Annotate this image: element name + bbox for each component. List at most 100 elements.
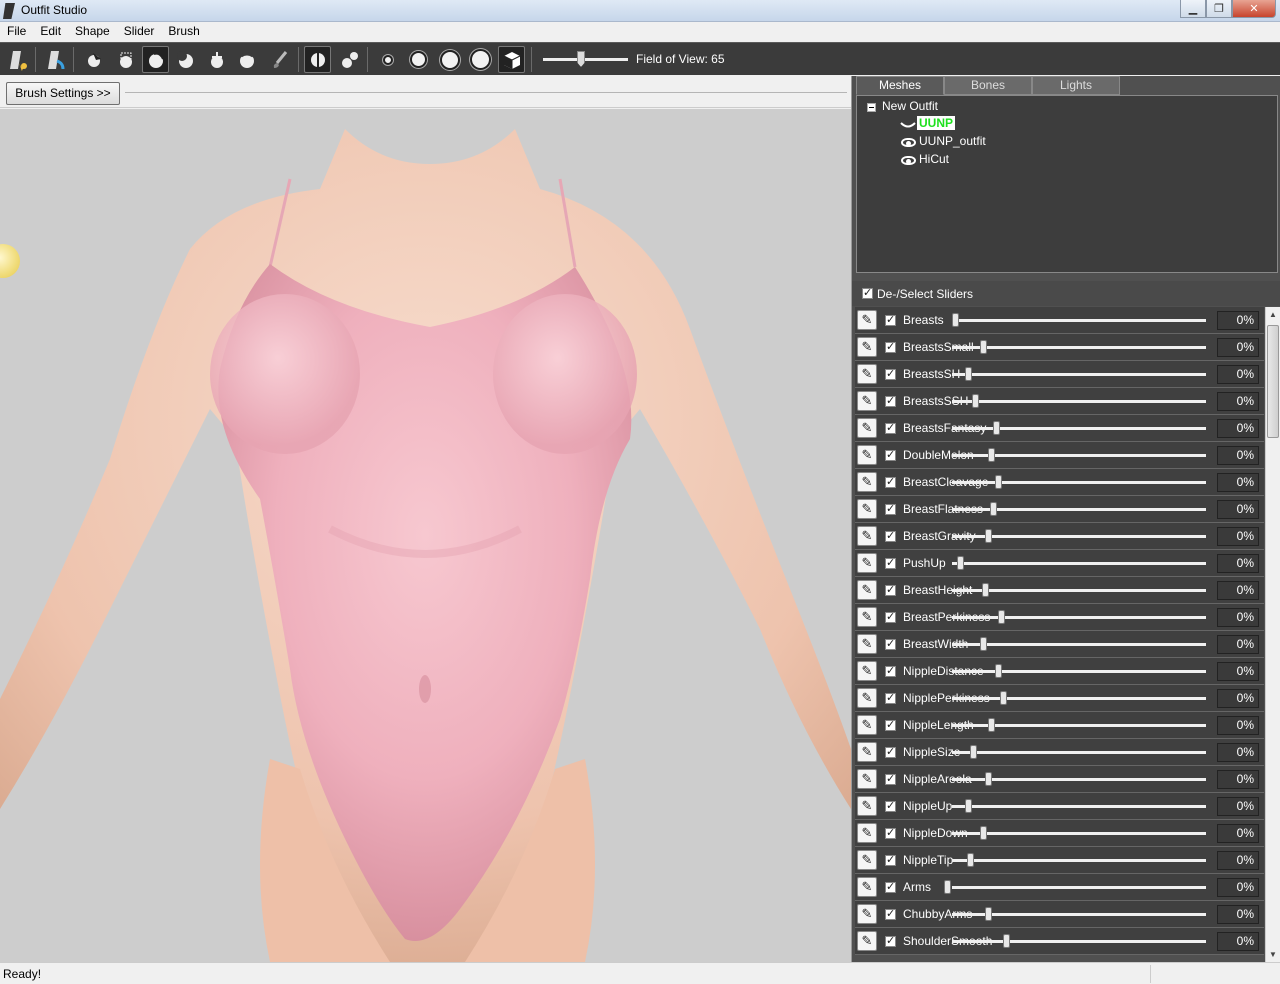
slider-thumb[interactable] [980, 340, 987, 354]
view-shaded-button[interactable] [467, 46, 494, 73]
slider-thumb[interactable] [985, 529, 992, 543]
slider-scrollbar[interactable]: ▲ ▼ [1265, 307, 1280, 962]
slider-track[interactable] [952, 616, 1206, 619]
slider-thumb[interactable] [965, 799, 972, 813]
menu-slider[interactable]: Slider [117, 22, 162, 42]
eye-icon[interactable] [901, 138, 916, 147]
slider-thumb[interactable] [1003, 934, 1010, 948]
slider-track[interactable] [952, 400, 1206, 403]
slider-checkbox[interactable] [885, 340, 896, 353]
slider-checkbox[interactable] [885, 475, 896, 488]
brush-settings-button[interactable]: Brush Settings >> [6, 82, 120, 105]
edit-slider-pencil-icon[interactable]: ✎ [857, 715, 877, 735]
slider-thumb[interactable] [967, 853, 974, 867]
edit-slider-pencil-icon[interactable]: ✎ [857, 634, 877, 654]
slider-checkbox[interactable] [885, 853, 896, 866]
edit-slider-pencil-icon[interactable]: ✎ [857, 931, 877, 951]
smooth-brush-button[interactable] [233, 46, 260, 73]
slider-checkbox[interactable] [885, 664, 896, 677]
edit-slider-pencil-icon[interactable]: ✎ [857, 310, 877, 330]
slider-thumb[interactable] [970, 745, 977, 759]
slider-checkbox[interactable] [885, 691, 896, 704]
slider-value-field[interactable]: 0% [1217, 878, 1259, 897]
slider-checkbox[interactable] [885, 583, 896, 596]
slider-track[interactable] [952, 670, 1206, 673]
slider-track[interactable] [952, 589, 1206, 592]
slider-checkbox[interactable] [885, 637, 896, 650]
edit-slider-pencil-icon[interactable]: ✎ [857, 661, 877, 681]
edit-slider-pencil-icon[interactable]: ✎ [857, 445, 877, 465]
edit-slider-pencil-icon[interactable]: ✎ [857, 499, 877, 519]
slider-value-field[interactable]: 0% [1217, 392, 1259, 411]
3d-viewport[interactable] [0, 109, 851, 962]
slider-thumb[interactable] [1000, 691, 1007, 705]
slider-value-field[interactable]: 0% [1217, 365, 1259, 384]
edit-slider-pencil-icon[interactable]: ✎ [857, 553, 877, 573]
eye-icon[interactable] [901, 156, 916, 165]
slider-track[interactable] [952, 427, 1206, 430]
slider-value-field[interactable]: 0% [1217, 689, 1259, 708]
slider-track[interactable] [952, 832, 1206, 835]
slider-checkbox[interactable] [885, 934, 896, 947]
menu-edit[interactable]: Edit [33, 22, 68, 42]
close-button[interactable]: ✕ [1232, 0, 1276, 18]
edit-slider-pencil-icon[interactable]: ✎ [857, 607, 877, 627]
slider-checkbox[interactable] [885, 529, 896, 542]
slider-value-field[interactable]: 0% [1217, 338, 1259, 357]
slider-value-field[interactable]: 0% [1217, 824, 1259, 843]
tree-item-uunp-outfit[interactable]: UUNP_outfit [919, 134, 986, 148]
maximize-button[interactable]: ❐ [1206, 0, 1232, 18]
slider-checkbox[interactable] [885, 826, 896, 839]
slider-value-field[interactable]: 0% [1217, 770, 1259, 789]
slider-track[interactable] [952, 346, 1206, 349]
slider-value-field[interactable]: 0% [1217, 608, 1259, 627]
slider-value-field[interactable]: 0% [1217, 716, 1259, 735]
slider-checkbox[interactable] [885, 610, 896, 623]
edit-slider-pencil-icon[interactable]: ✎ [857, 904, 877, 924]
slider-thumb[interactable] [985, 907, 992, 921]
fov-slider-thumb[interactable] [577, 51, 585, 67]
slider-thumb[interactable] [995, 664, 1002, 678]
scroll-up-icon[interactable]: ▲ [1266, 307, 1280, 322]
slider-checkbox[interactable] [885, 421, 896, 434]
new-project-button[interactable] [4, 46, 31, 73]
edit-slider-pencil-icon[interactable]: ✎ [857, 526, 877, 546]
edit-slider-pencil-icon[interactable]: ✎ [857, 823, 877, 843]
slider-thumb[interactable] [957, 556, 964, 570]
slider-thumb[interactable] [985, 772, 992, 786]
slider-value-field[interactable]: 0% [1217, 743, 1259, 762]
slider-value-field[interactable]: 0% [1217, 527, 1259, 546]
slider-value-field[interactable]: 0% [1217, 797, 1259, 816]
mesh-hidden-icon[interactable] [900, 120, 916, 130]
edit-slider-pencil-icon[interactable]: ✎ [857, 391, 877, 411]
slider-thumb[interactable] [993, 421, 1000, 435]
slider-checkbox[interactable] [885, 772, 896, 785]
menu-brush[interactable]: Brush [161, 22, 206, 42]
tree-root[interactable]: New Outfit [882, 99, 938, 113]
scroll-down-icon[interactable]: ▼ [1266, 947, 1280, 962]
slider-track[interactable] [952, 859, 1206, 862]
scrollbar-thumb[interactable] [1267, 325, 1279, 438]
edit-slider-pencil-icon[interactable]: ✎ [857, 769, 877, 789]
select-all-sliders-checkbox[interactable] [862, 286, 873, 299]
deflate-brush-button[interactable] [172, 46, 199, 73]
slider-checkbox[interactable] [885, 907, 896, 920]
slider-checkbox[interactable] [885, 556, 896, 569]
slider-thumb[interactable] [980, 637, 987, 651]
slider-value-field[interactable]: 0% [1217, 554, 1259, 573]
slider-thumb[interactable] [998, 610, 1005, 624]
slider-value-field[interactable]: 0% [1217, 500, 1259, 519]
slider-checkbox[interactable] [885, 367, 896, 380]
slider-track[interactable] [952, 886, 1206, 889]
slider-track[interactable] [952, 319, 1206, 322]
slider-value-field[interactable]: 0% [1217, 446, 1259, 465]
menu-file[interactable]: File [0, 22, 33, 42]
edit-slider-pencil-icon[interactable]: ✎ [857, 742, 877, 762]
slider-thumb[interactable] [952, 313, 959, 327]
edit-slider-pencil-icon[interactable]: ✎ [857, 688, 877, 708]
slider-value-field[interactable]: 0% [1217, 635, 1259, 654]
slider-value-field[interactable]: 0% [1217, 851, 1259, 870]
slider-value-field[interactable]: 0% [1217, 311, 1259, 330]
edit-slider-pencil-icon[interactable]: ✎ [857, 472, 877, 492]
slider-checkbox[interactable] [885, 502, 896, 515]
